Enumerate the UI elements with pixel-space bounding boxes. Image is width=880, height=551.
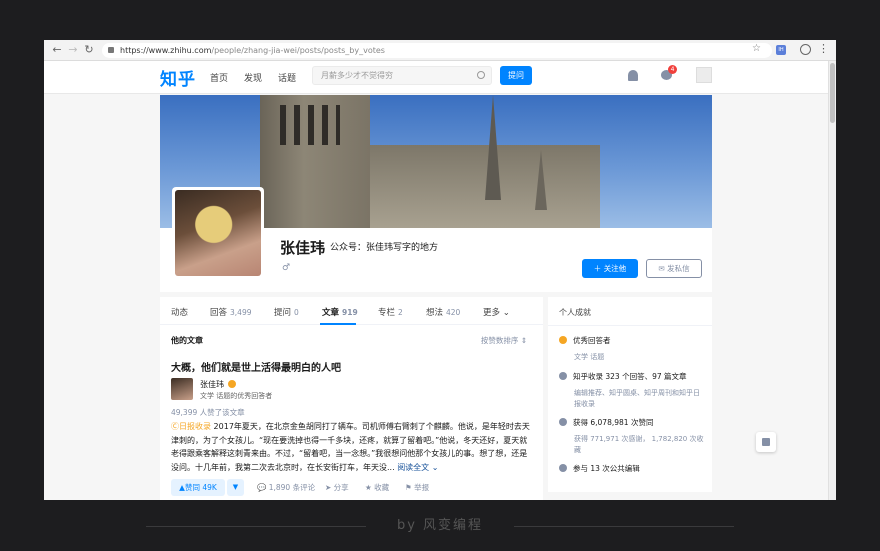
extension-icon[interactable]: IH	[776, 45, 786, 55]
bookmark-star-icon[interactable]: ☆	[752, 43, 761, 54]
author-desc: 文学 话题的优秀回答者	[200, 392, 273, 400]
tab-count: 0	[294, 308, 299, 317]
tab-label: 动态	[171, 308, 189, 318]
edit-icon	[559, 464, 567, 472]
message-label: 发私信	[667, 264, 690, 273]
profile-avatar[interactable]	[172, 187, 264, 279]
article-actions: ▲赞同 49K ▼ 💬 1,890 条评论 ➤ 分享 ★ 收藏 ⚑ 举报	[171, 479, 541, 497]
tab-count: 2	[398, 308, 403, 317]
achievement-collected: 知乎收录 323 个回答、97 篇文章	[559, 371, 687, 382]
comment-button[interactable]: 💬 1,890 条评论	[257, 482, 315, 493]
profile-header: 张佳玮 公众号：张佳玮写字的地方 ♂ ＋ 关注他 ✉ 发私信	[160, 95, 712, 292]
nav-home[interactable]: 首页	[210, 71, 228, 84]
nav-topics[interactable]: 话题	[278, 71, 296, 84]
badge-icon	[559, 336, 567, 344]
tab-label: 回答	[210, 308, 228, 318]
achievement-votes: 获得 6,078,981 次赞同	[559, 417, 653, 428]
daily-tag: Ⓒ日报收录	[171, 422, 211, 431]
tab-label: 提问	[274, 308, 292, 318]
forward-icon[interactable]: →	[66, 43, 80, 57]
share-button[interactable]: ➤ 分享	[325, 482, 349, 493]
achievement-sub[interactable]: 文学 话题	[574, 352, 704, 363]
search-placeholder: 月薪多少才不觉得穷	[321, 71, 393, 80]
excerpt-text: 2017年夏天，在北京金鱼胡同打了辆车。司机师傅右臂刺了个麒麟。他说，是年轻时去…	[171, 422, 530, 472]
address-bar[interactable]: https://www.zhihu.com/people/zhang-jia-w…	[102, 43, 772, 58]
nav-explore[interactable]: 发现	[244, 71, 262, 84]
footer-credit: by 风变编程	[396, 518, 484, 533]
reload-icon[interactable]: ↻	[82, 43, 96, 57]
menu-kebab-icon[interactable]: ⋮	[818, 42, 829, 55]
profile-name: 张佳玮	[280, 239, 326, 257]
message-button[interactable]: ✉ 发私信	[646, 259, 702, 278]
collection-icon	[559, 372, 567, 380]
tab-label: 文章	[322, 308, 340, 318]
favorite-button[interactable]: ★ 收藏	[365, 482, 389, 493]
achievement-excellent: 优秀回答者	[559, 335, 611, 346]
vote-label: 赞同 49K	[184, 483, 217, 492]
achievement-edits: 参与 13 次公共编辑	[559, 463, 640, 474]
achievements-title: 个人成就	[559, 308, 591, 317]
sort-label: 按赞数排序	[480, 336, 519, 345]
bell-icon[interactable]	[628, 70, 638, 81]
achievement-sub: 获得 771,971 次感谢， 1,782,820 次收藏	[574, 435, 704, 454]
author-avatar[interactable]	[171, 378, 193, 400]
avatar[interactable]	[696, 67, 712, 83]
url-host: https://www.zhihu.com	[120, 46, 212, 55]
author-name[interactable]: 张佳玮	[200, 379, 224, 390]
tab-pins[interactable]: 想法 420	[426, 306, 460, 318]
message-count-badge: 4	[668, 65, 677, 74]
achievements-card: 个人成就 优秀回答者 文学 话题 知乎收录 323 个回答、97 篇文章 编辑推…	[548, 297, 712, 492]
follow-button[interactable]: ＋ 关注他	[582, 259, 638, 278]
url-path: /people/zhang-jia-wei/posts/posts_by_vot…	[211, 46, 385, 55]
account-icon[interactable]	[800, 44, 811, 55]
ask-button[interactable]: 提问	[500, 66, 532, 85]
browser-window: ← → ↻ https://www.zhihu.com/people/zhang…	[44, 40, 836, 500]
tab-count: 420	[446, 308, 461, 317]
achievement-sub: 编辑推荐、知乎圆桌、知乎周刊和知乎日报收录	[574, 389, 700, 408]
scrollbar[interactable]	[828, 61, 836, 500]
gender-icon: ♂	[282, 263, 291, 273]
tab-count: 919	[342, 308, 358, 317]
thumbs-up-icon	[559, 418, 567, 426]
tab-label: 专栏	[378, 308, 396, 318]
lock-icon	[108, 47, 114, 53]
site-header: 知乎 首页 发现 话题 月薪多少才不觉得穷 提问 4	[44, 61, 828, 94]
tab-label: 更多	[483, 308, 501, 318]
back-icon[interactable]: ←	[50, 43, 64, 57]
tab-columns[interactable]: 专栏 2	[378, 306, 403, 318]
floating-action-button[interactable]	[756, 432, 776, 452]
upvote-button[interactable]: ▲赞同 49K	[171, 479, 225, 496]
tab-more[interactable]: 更多 ⌄	[483, 306, 510, 318]
tab-questions[interactable]: 提问 0	[274, 306, 299, 318]
tab-label: 想法	[426, 308, 444, 318]
report-button[interactable]: ⚑ 举报	[405, 482, 429, 493]
downvote-button[interactable]: ▼	[227, 479, 244, 496]
search-icon[interactable]	[477, 71, 485, 79]
tab-count: 3,499	[230, 308, 252, 317]
active-tab-indicator	[320, 323, 356, 325]
browser-toolbar: ← → ↻ https://www.zhihu.com/people/zhang…	[44, 40, 836, 61]
likes-count: 49,399 人赞了该文章	[171, 408, 245, 417]
article-title[interactable]: 大概，他们就是世上活得最明白的人吧	[171, 359, 341, 374]
tab-articles[interactable]: 文章 919	[322, 306, 358, 318]
search-input[interactable]: 月薪多少才不觉得穷	[312, 66, 492, 85]
content-main: 动态 回答 3,499 提问 0 文章 919 专栏 2 想法 420 更多 ⌄ 他的文章…	[160, 297, 543, 500]
follow-label: 关注他	[603, 264, 627, 273]
article-excerpt[interactable]: Ⓒ日报收录 2017年夏天，在北京金鱼胡同打了辆车。司机师傅右臂刺了个麒麟。他说…	[171, 420, 533, 474]
tab-activity[interactable]: 动态	[171, 306, 188, 318]
read-more-link[interactable]: 阅读全文 ⌄	[397, 463, 438, 472]
tab-answers[interactable]: 回答 3,499	[210, 306, 252, 318]
profile-tabs: 动态 回答 3,499 提问 0 文章 919 专栏 2 想法 420 更多 ⌄	[160, 297, 543, 325]
excellent-badge-icon	[228, 380, 236, 388]
section-title: 他的文章	[171, 336, 203, 345]
profile-headline: 公众号：张佳玮写字的地方	[330, 243, 439, 253]
sort-dropdown[interactable]: 按赞数排序 ⇕	[481, 335, 527, 346]
zhihu-logo[interactable]: 知乎	[160, 65, 196, 90]
